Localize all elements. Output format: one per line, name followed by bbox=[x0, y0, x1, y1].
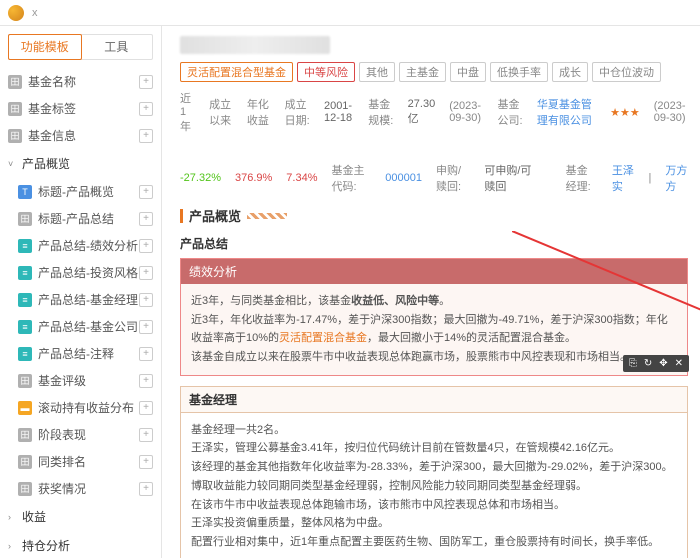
add-icon[interactable]: + bbox=[139, 185, 153, 199]
fund-title-redacted bbox=[180, 36, 330, 54]
add-icon[interactable]: + bbox=[139, 266, 153, 280]
sidebar-group[interactable]: ˅ 产品概览 bbox=[0, 149, 161, 178]
manager-card-title: 基金经理 bbox=[181, 387, 687, 413]
sidebar-item[interactable]: 田 基金信息 + bbox=[0, 122, 161, 149]
chevron-icon: › bbox=[8, 512, 18, 522]
section-product-summary: 产品总结 bbox=[180, 235, 688, 252]
block-icon: ≡ bbox=[18, 293, 32, 307]
add-icon[interactable]: + bbox=[139, 320, 153, 334]
sidebar-subitem[interactable]: T 标题-产品概览 + bbox=[0, 178, 161, 205]
add-icon[interactable]: + bbox=[139, 293, 153, 307]
analysis-card-title: 绩效分析 bbox=[189, 263, 237, 280]
analysis-card: 绩效分析 近3年，与同类基金相比，该基金收益低、风险中等。 近3年，年化收益率为… bbox=[180, 258, 688, 376]
refresh-icon[interactable]: ↻ bbox=[644, 358, 652, 369]
tab-tools[interactable]: 工具 bbox=[81, 35, 153, 59]
manager-link-1[interactable]: 王泽实 bbox=[612, 162, 635, 194]
manager-body: 基金经理一共2名。 王泽实，管理公募基金3.41年，按归位代码统计目前在管数量4… bbox=[181, 413, 687, 558]
close-icon[interactable]: ✕ bbox=[675, 358, 683, 369]
sidebar: 功能模板 工具 田 基金名称 + 田 基金标签 + 田 基金信息 + ˅ 产品概… bbox=[0, 26, 162, 558]
fund-tag[interactable]: 其他 bbox=[359, 62, 395, 82]
expand-icon[interactable]: ✥ bbox=[659, 358, 667, 369]
block-icon: T bbox=[18, 185, 32, 199]
manager-link-2[interactable]: 万方方 bbox=[665, 162, 688, 194]
sidebar-subitem[interactable]: ≡ 产品总结-基金公司 + bbox=[0, 313, 161, 340]
block-icon: ≡ bbox=[18, 320, 32, 334]
sidebar-group[interactable]: › 持仓分析 bbox=[0, 531, 161, 558]
copy-icon[interactable]: ⎘ bbox=[629, 358, 637, 369]
sidebar-subitem[interactable]: 田 获奖情况 + bbox=[0, 475, 161, 502]
fund-tag[interactable]: 中仓位波动 bbox=[592, 62, 661, 82]
app-logo-icon bbox=[8, 5, 24, 21]
add-icon[interactable]: + bbox=[139, 75, 153, 89]
block-icon: ▬ bbox=[18, 401, 32, 415]
chevron-icon: ˅ bbox=[8, 159, 18, 169]
add-icon[interactable]: + bbox=[139, 347, 153, 361]
add-icon[interactable]: + bbox=[139, 212, 153, 226]
block-icon: 田 bbox=[18, 455, 32, 469]
sidebar-subitem[interactable]: 田 阶段表现 + bbox=[0, 421, 161, 448]
add-icon[interactable]: + bbox=[139, 102, 153, 116]
add-icon[interactable]: + bbox=[139, 401, 153, 415]
fund-tag[interactable]: 中盘 bbox=[450, 62, 486, 82]
info-row-1: 近1年 成立以来 年化收益 成立日期: 2001-12-18 基金规模: 27.… bbox=[180, 90, 688, 134]
block-icon: 田 bbox=[18, 482, 32, 496]
rating-stars-icon: ★★★ bbox=[610, 106, 640, 119]
sidebar-tabs: 功能模板 工具 bbox=[8, 34, 153, 60]
sidebar-subitem[interactable]: ▬ 滚动持有收益分布 + bbox=[0, 394, 161, 421]
sidebar-subitem[interactable]: ≡ 产品总结-绩效分析 + bbox=[0, 232, 161, 259]
section-product-overview: 产品概览 bbox=[180, 206, 688, 225]
sidebar-subitem[interactable]: ≡ 产品总结-投资风格 + bbox=[0, 259, 161, 286]
sidebar-subitem[interactable]: ≡ 产品总结-注释 + bbox=[0, 340, 161, 367]
add-icon[interactable]: + bbox=[139, 428, 153, 442]
add-icon[interactable]: + bbox=[139, 455, 153, 469]
sidebar-subitem[interactable]: 田 基金评级 + bbox=[0, 367, 161, 394]
fund-tag[interactable]: 灵活配置混合型基金 bbox=[180, 62, 293, 82]
tab-close-icon[interactable]: x bbox=[32, 7, 38, 19]
main-content: 灵活配置混合型基金中等风险其他主基金中盘低换手率成长中仓位波动 近1年 成立以来… bbox=[162, 26, 700, 558]
tab-templates[interactable]: 功能模板 bbox=[8, 34, 82, 60]
block-icon: ≡ bbox=[18, 347, 32, 361]
analysis-body: 近3年，与同类基金相比，该基金收益低、风险中等。 近3年，年化收益率为-17.4… bbox=[181, 284, 687, 375]
return-1y: -27.32% bbox=[180, 172, 221, 184]
sidebar-item[interactable]: 田 基金标签 + bbox=[0, 95, 161, 122]
fund-tag[interactable]: 主基金 bbox=[399, 62, 446, 82]
return-annual: 7.34% bbox=[286, 172, 317, 184]
fund-company-link[interactable]: 华夏基金管理有限公司 bbox=[537, 96, 596, 128]
sidebar-subitem[interactable]: 田 同类排名 + bbox=[0, 448, 161, 475]
fund-tags: 灵活配置混合型基金中等风险其他主基金中盘低换手率成长中仓位波动 bbox=[180, 62, 688, 82]
manager-card: 基金经理 基金经理一共2名。 王泽实，管理公募基金3.41年，按归位代码统计目前… bbox=[180, 386, 688, 558]
card-toolbar: ⎘ ↻ ✥ ✕ bbox=[623, 355, 689, 372]
sidebar-group[interactable]: › 收益 bbox=[0, 502, 161, 531]
chevron-icon: › bbox=[8, 541, 18, 551]
block-icon: 田 bbox=[18, 212, 32, 226]
add-icon[interactable]: + bbox=[139, 482, 153, 496]
return-inception: 376.9% bbox=[235, 172, 272, 184]
fund-tag[interactable]: 中等风险 bbox=[297, 62, 355, 82]
fund-tag[interactable]: 低换手率 bbox=[490, 62, 548, 82]
info-row-2: -27.32% 376.9% 7.34% 基金主代码: 000001 申购/赎回… bbox=[180, 162, 688, 194]
block-icon: 田 bbox=[8, 102, 22, 116]
block-icon: 田 bbox=[18, 428, 32, 442]
add-icon[interactable]: + bbox=[139, 129, 153, 143]
fund-tag[interactable]: 成长 bbox=[552, 62, 588, 82]
block-icon: 田 bbox=[18, 374, 32, 388]
block-icon: 田 bbox=[8, 75, 22, 89]
sidebar-item[interactable]: 田 基金名称 + bbox=[0, 68, 161, 95]
sidebar-subitem[interactable]: 田 标题-产品总结 + bbox=[0, 205, 161, 232]
add-icon[interactable]: + bbox=[139, 239, 153, 253]
fund-code-link[interactable]: 000001 bbox=[385, 172, 422, 184]
block-icon: 田 bbox=[8, 129, 22, 143]
block-icon: ≡ bbox=[18, 266, 32, 280]
sidebar-subitem[interactable]: ≡ 产品总结-基金经理 + bbox=[0, 286, 161, 313]
block-icon: ≡ bbox=[18, 239, 32, 253]
add-icon[interactable]: + bbox=[139, 374, 153, 388]
